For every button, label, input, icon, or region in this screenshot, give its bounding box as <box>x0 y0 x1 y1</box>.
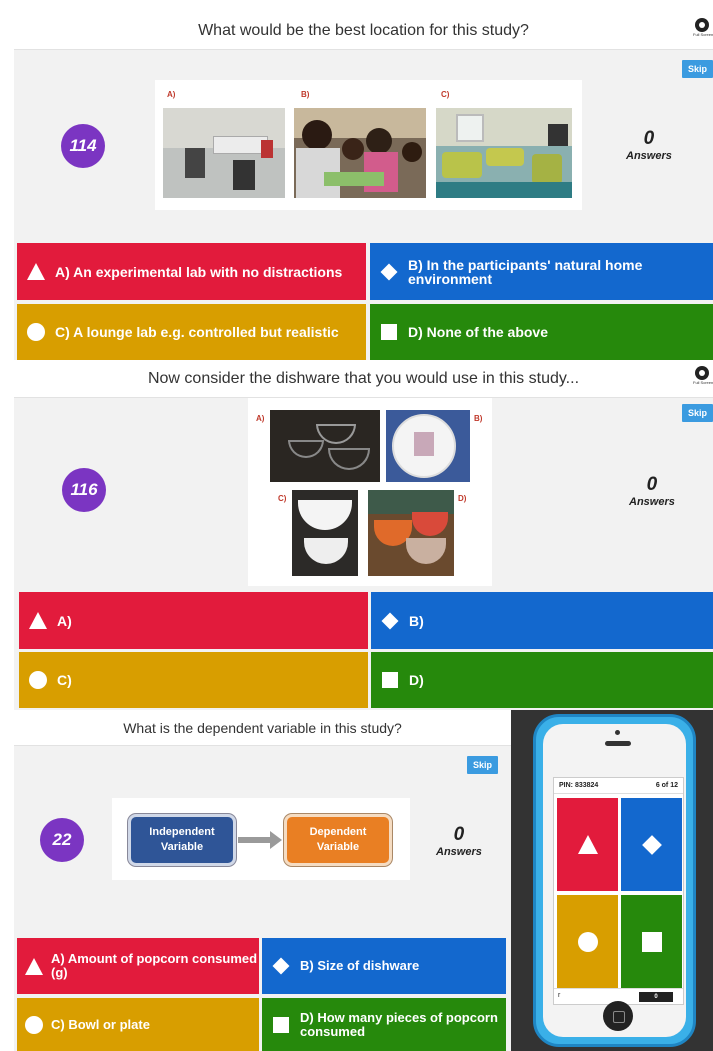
triangle-icon <box>577 835 598 854</box>
answer-b-button[interactable]: B) Size of dishware <box>262 938 506 994</box>
dependent-variable-box: Dependent Variable <box>284 814 392 866</box>
triangle-icon <box>29 612 47 629</box>
variable-diagram: Independent Variable Dependent Variable <box>112 798 410 880</box>
answer-a-button[interactable]: A) An experimental lab with no distracti… <box>17 243 366 300</box>
answer-b-label: B) <box>409 612 424 629</box>
circle-icon <box>577 931 598 952</box>
question-text: Now consider the dishware that you would… <box>147 369 580 387</box>
answer-d-label: D) None of the above <box>408 324 549 340</box>
answer-b-button[interactable]: B) <box>371 592 713 649</box>
speaker-icon <box>605 741 631 746</box>
question-progress: 6 of 12 <box>655 782 678 789</box>
answer-d-button[interactable]: D) None of the above <box>370 304 713 360</box>
quiz-screen-2: Now consider the dishware that you would… <box>14 360 713 710</box>
player-score: 0 <box>639 992 673 1002</box>
answer-c-label: C) <box>57 672 72 688</box>
skip-button[interactable]: Skip <box>681 404 713 422</box>
game-pin: PIN: 833824 <box>559 782 599 789</box>
answer-b-button[interactable]: B) In the participants' natural home env… <box>370 243 713 300</box>
arrow-icon <box>238 831 282 849</box>
answer-d-button[interactable]: D) <box>371 652 713 708</box>
answer-a-button[interactable]: A) Amount of popcorn consumed (g) <box>17 938 259 994</box>
camera-icon <box>615 730 620 735</box>
answers-counter: 0 Answers <box>626 128 672 162</box>
phone-answer-diamond[interactable] <box>621 798 682 891</box>
answer-b-label: B) Size of dishware <box>300 958 420 973</box>
image-label: A) <box>167 90 176 99</box>
question-image: A) B) C) <box>155 80 582 210</box>
triangle-icon <box>27 263 45 280</box>
quiz-screen-3: What is the dependent variable in this s… <box>14 710 511 1051</box>
phone-face: PIN: 833824 6 of 12 r 0 <box>543 724 686 1037</box>
image-label: C) <box>278 494 287 503</box>
question-number: 22 <box>40 818 84 862</box>
square-icon <box>272 1016 290 1034</box>
circle-icon <box>29 671 47 689</box>
paper-plates-photo <box>386 410 470 482</box>
phone-answer-triangle[interactable] <box>557 798 618 891</box>
circle-icon <box>27 323 45 341</box>
image-label: A) <box>256 414 265 423</box>
answer-d-label: D) How many pieces of popcorn consumed <box>300 1009 498 1039</box>
pin-header: PIN: 833824 6 of 12 <box>554 778 683 794</box>
answer-c-button[interactable]: C) Bowl or plate <box>17 998 259 1051</box>
phone-screen: PIN: 833824 6 of 12 r 0 <box>553 777 684 1005</box>
answer-a-button[interactable]: A) <box>19 592 368 649</box>
question-number: 116 <box>62 468 106 512</box>
square-icon <box>381 671 399 689</box>
skip-button[interactable]: Skip <box>681 60 713 78</box>
phone-answer-circle[interactable] <box>557 895 618 988</box>
answer-a-label: A) Amount of popcorn consumed (g) <box>51 951 258 980</box>
question-bar: Now consider the dishware that you would… <box>14 360 713 398</box>
square-icon <box>641 931 662 952</box>
answer-a-label: A) <box>57 612 72 629</box>
circle-icon <box>25 1015 43 1034</box>
phone-device: PIN: 833824 6 of 12 r 0 <box>533 714 696 1047</box>
question-text: What is the dependent variable in this s… <box>123 719 402 736</box>
image-label: B) <box>474 414 483 423</box>
quiz-screen-1: What would be the best location for this… <box>14 12 713 360</box>
question-image: A) B) C) D) <box>248 398 492 586</box>
answer-c-label: C) A lounge lab e.g. controlled but real… <box>55 324 339 340</box>
phone-answer-square[interactable] <box>621 895 682 988</box>
fullscreen-button[interactable]: Full Screen <box>693 18 713 42</box>
home-family-photo <box>294 108 426 198</box>
question-text: What would be the best location for this… <box>198 21 529 39</box>
triangle-icon <box>25 957 43 975</box>
lab-room-photo <box>163 108 285 198</box>
image-label: D) <box>458 494 467 503</box>
answers-counter: 0 Answers <box>629 474 675 508</box>
answer-b-label: B) In the participants' natural home env… <box>408 256 643 287</box>
question-bar: What is the dependent variable in this s… <box>14 710 511 746</box>
answer-d-label: D) <box>409 672 424 688</box>
diamond-icon <box>642 835 662 855</box>
image-label: C) <box>441 90 450 99</box>
skip-button[interactable]: Skip <box>467 756 499 774</box>
fullscreen-icon <box>695 18 709 32</box>
diamond-icon <box>272 957 290 975</box>
glass-bowls-photo <box>270 410 380 482</box>
white-bowls-photo <box>292 490 358 576</box>
fullscreen-icon <box>695 366 709 380</box>
square-icon <box>380 323 398 341</box>
player-name: r <box>558 992 561 999</box>
question-number: 114 <box>61 124 105 168</box>
question-bar: What would be the best location for this… <box>14 12 713 50</box>
image-label: B) <box>301 90 310 99</box>
answer-a-label: A) An experimental lab with no distracti… <box>55 263 343 280</box>
lounge-room-photo <box>436 108 572 198</box>
fullscreen-button[interactable]: Full Screen <box>693 366 713 390</box>
diamond-icon <box>380 263 398 281</box>
answer-c-button[interactable]: C) <box>19 652 368 708</box>
patterned-bowls-photo <box>368 490 454 576</box>
answer-c-label: C) Bowl or plate <box>51 1016 150 1032</box>
answer-c-button[interactable]: C) A lounge lab e.g. controlled but real… <box>17 304 366 360</box>
home-button-icon[interactable] <box>603 1001 633 1031</box>
answers-counter: 0 Answers <box>436 824 482 858</box>
answer-d-button[interactable]: D) How many pieces of popcorn consumed <box>262 998 506 1051</box>
independent-variable-box: Independent Variable <box>128 814 236 866</box>
diamond-icon <box>381 612 399 630</box>
